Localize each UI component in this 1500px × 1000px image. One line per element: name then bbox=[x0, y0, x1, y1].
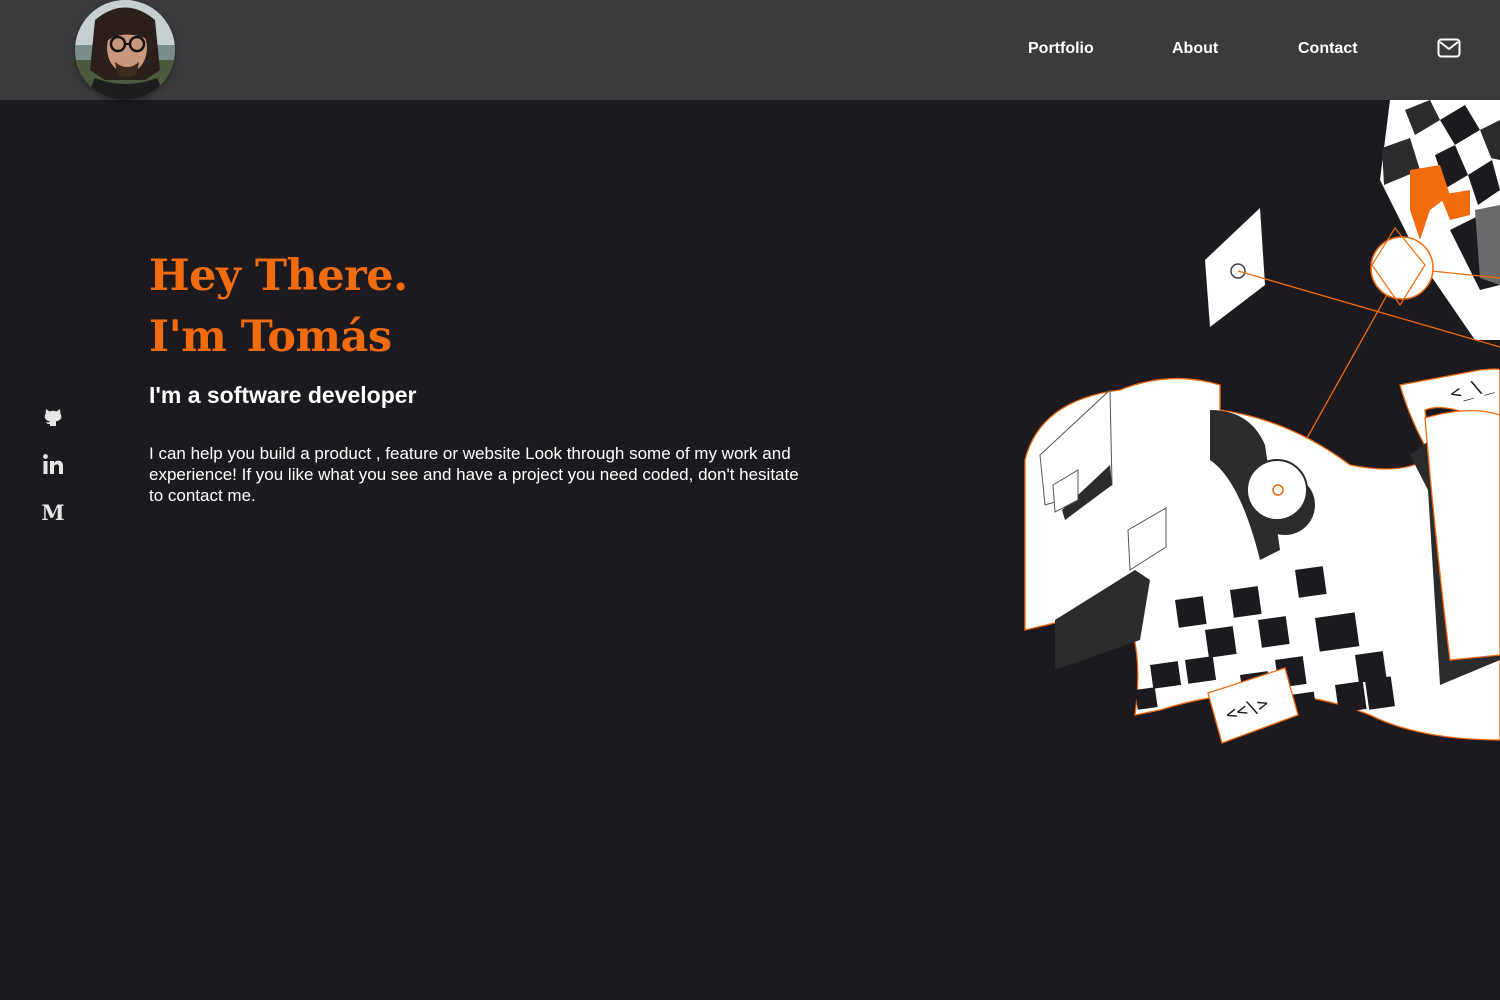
nav-link-about[interactable]: About bbox=[1172, 40, 1218, 58]
hero-intro: I can help you build a product , feature… bbox=[149, 444, 799, 505]
hero-illustration: <_\_ <<\> bbox=[1010, 100, 1500, 760]
hero-subtitle: I'm a software developer bbox=[149, 382, 417, 408]
nav-link-contact[interactable]: Contact bbox=[1298, 40, 1358, 58]
avatar[interactable] bbox=[75, 0, 175, 100]
linkedin-icon bbox=[43, 454, 63, 474]
envelope-icon bbox=[1437, 38, 1461, 58]
medium-icon: M bbox=[41, 499, 65, 525]
github-link[interactable] bbox=[40, 403, 66, 429]
avatar-photo bbox=[75, 0, 175, 100]
hero-heading: Hey There. I'm Tomás bbox=[149, 246, 408, 368]
hero-greeting: Hey There. bbox=[149, 251, 408, 301]
mail-button[interactable] bbox=[1437, 38, 1461, 60]
hero-name: I'm Tomás bbox=[149, 312, 392, 362]
nav-link-portfolio[interactable]: Portfolio bbox=[1028, 40, 1094, 58]
linkedin-link[interactable] bbox=[40, 451, 66, 477]
site-header: Portfolio About Contact bbox=[0, 0, 1500, 100]
github-icon bbox=[44, 409, 62, 426]
isometric-code-illustration: <_\_ <<\> bbox=[1024, 100, 1500, 744]
medium-link[interactable]: M bbox=[40, 499, 66, 525]
